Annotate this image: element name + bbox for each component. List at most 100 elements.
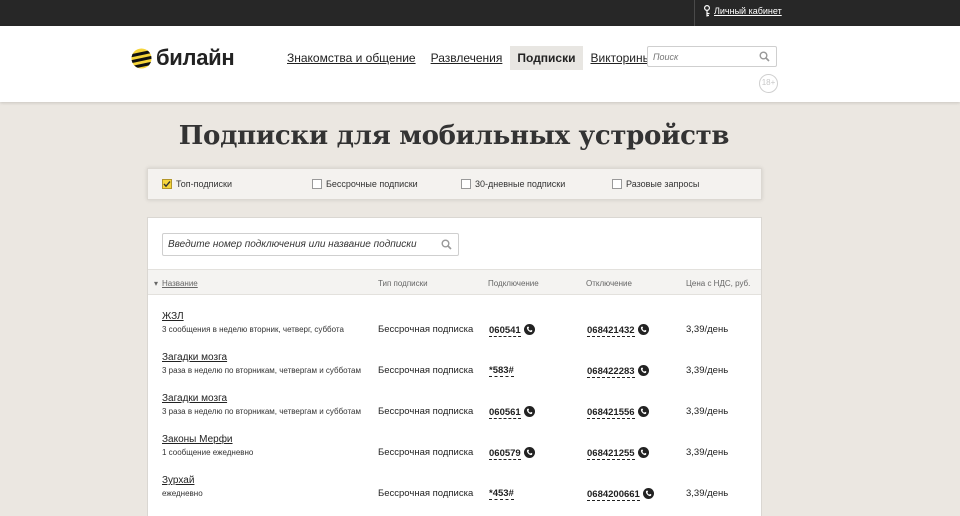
personal-cabinet-label: Личный кабинет <box>714 6 782 16</box>
logo-text: билайн <box>156 45 235 70</box>
connect-code[interactable]: *453# <box>489 488 514 500</box>
disconnect-code-value: 068421556 <box>587 407 635 419</box>
disconnect-code-value: 0684200661 <box>587 489 640 501</box>
table-header: ▾ Название Тип подписки Подключение Откл… <box>148 269 761 295</box>
nav-item-subscriptions[interactable]: Подписки <box>510 46 583 70</box>
subscription-type: Бессрочная подписка <box>378 324 474 335</box>
top-bar: Личный кабинет <box>0 0 960 26</box>
checkbox[interactable] <box>312 179 322 189</box>
checkbox[interactable] <box>612 179 622 189</box>
phone-icon-wrap <box>637 365 649 379</box>
phone-icon <box>523 406 535 417</box>
subscriptions-panel: ▾ Название Тип подписки Подключение Откл… <box>147 217 762 516</box>
beeline-logo-icon <box>131 48 152 68</box>
phone-icon <box>637 447 649 458</box>
top-bar-divider <box>694 0 695 26</box>
phone-icon <box>637 406 649 417</box>
connect-code[interactable]: *583# <box>489 365 514 377</box>
connect-code-value: *453# <box>489 488 514 500</box>
phone-icon-wrap <box>523 324 535 338</box>
phone-icon-wrap <box>642 488 654 502</box>
connect-code[interactable]: 060561 <box>489 406 535 420</box>
filter-30-day-subscriptions[interactable]: 30-дневные подписки <box>461 179 565 189</box>
table-row: Законы Мерфи 1 сообщение ежедневно Бессроч… <box>148 434 761 475</box>
column-connect: Подключение <box>488 279 539 288</box>
filter-label: 30-дневные подписки <box>475 179 566 189</box>
checkmark-icon <box>163 181 171 188</box>
column-type: Тип подписки <box>378 279 428 288</box>
subscription-description: 3 раза в неделю по вторникам, четвергам … <box>162 366 361 375</box>
disconnect-code[interactable]: 068422283 <box>587 365 649 379</box>
phone-icon <box>642 488 654 499</box>
subscription-price: 3,39/день <box>686 324 729 335</box>
phone-icon-wrap <box>523 447 535 461</box>
filter-one-time-requests[interactable]: Разовые запросы <box>612 179 699 189</box>
connect-code[interactable]: 060541 <box>489 324 535 338</box>
subscription-price: 3,39/день <box>686 365 729 376</box>
checkbox[interactable] <box>461 179 471 189</box>
subscription-price: 3,39/день <box>686 488 729 499</box>
phone-icon <box>523 324 535 335</box>
column-disconnect: Отключение <box>586 279 632 288</box>
column-name[interactable]: Название <box>162 279 198 288</box>
disconnect-code[interactable]: 0684200661 <box>587 488 654 502</box>
phone-icon <box>637 324 649 335</box>
subscription-type: Бессрочная подписка <box>378 365 474 376</box>
disconnect-code-value: 068421432 <box>587 325 635 337</box>
connect-code-value: *583# <box>489 365 514 377</box>
header-search <box>647 46 777 67</box>
subscription-type: Бессрочная подписка <box>378 488 474 499</box>
search-icon[interactable] <box>759 51 770 62</box>
phone-icon-wrap <box>523 406 535 420</box>
beeline-logo[interactable]: билайн <box>131 45 235 71</box>
personal-cabinet-link[interactable]: Личный кабинет <box>703 5 782 17</box>
subscription-type: Бессрочная подписка <box>378 447 474 458</box>
header-search-input[interactable] <box>653 47 758 67</box>
table-row: Загадки мозга 3 раза в неделю по вторника… <box>148 352 761 393</box>
page-title: Подписки для мобильных устройств <box>178 121 730 151</box>
phone-icon <box>637 365 649 376</box>
subscription-price: 3,39/день <box>686 406 729 417</box>
sort-arrow-icon[interactable]: ▾ <box>154 279 158 288</box>
subscription-name-link[interactable]: Загадки мозга <box>162 393 227 404</box>
disconnect-code-value: 068422283 <box>587 366 635 378</box>
subscription-name-link[interactable]: Загадки мозга <box>162 352 227 363</box>
nav-item-dating[interactable]: Знакомства и общение <box>280 46 423 70</box>
subscription-type: Бессрочная подписка <box>378 406 474 417</box>
filter-unlimited-subscriptions[interactable]: Бессрочные подписки <box>312 179 418 189</box>
subscription-filters: Топ-подписки Бессрочные подписки 30-днев… <box>147 168 762 200</box>
subscription-price: 3,39/день <box>686 447 729 458</box>
phone-icon-wrap <box>637 406 649 420</box>
phone-icon-wrap <box>637 447 649 461</box>
subscription-description: 1 сообщение ежедневно <box>162 448 254 457</box>
disconnect-code[interactable]: 068421255 <box>587 447 649 461</box>
key-icon <box>704 5 710 17</box>
subscription-description: 3 раза в неделю по вторникам, четвергам … <box>162 407 361 416</box>
connect-code[interactable]: 060579 <box>489 447 535 461</box>
table-row: Зурхай ежедневно Бессрочная подписка *453# 0… <box>148 475 761 516</box>
main-nav: Знакомства и общение Развлечения Подписк… <box>280 46 659 70</box>
age-rating-badge: 18+ <box>759 74 778 93</box>
subscription-description: ежедневно <box>162 489 203 498</box>
disconnect-code[interactable]: 068421432 <box>587 324 649 338</box>
connect-code-value: 060579 <box>489 448 521 460</box>
checkbox-checked[interactable] <box>162 179 172 189</box>
filter-label: Разовые запросы <box>626 179 700 189</box>
disconnect-code[interactable]: 068421556 <box>587 406 649 420</box>
nav-item-entertainment[interactable]: Развлечения <box>424 46 510 70</box>
column-price: Цена с НДС, руб. <box>686 279 751 288</box>
subscription-name-link[interactable]: Зурхай <box>162 475 194 486</box>
subscription-search-input[interactable] <box>168 234 438 255</box>
subscription-name-link[interactable]: ЖЗЛ <box>162 311 184 322</box>
search-icon[interactable] <box>441 239 452 250</box>
table-row: Загадки мозга 3 раза в неделю по вторника… <box>148 393 761 434</box>
subscription-name-link[interactable]: Законы Мерфи <box>162 434 233 445</box>
connect-code-value: 060541 <box>489 325 521 337</box>
connect-code-value: 060561 <box>489 407 521 419</box>
subscription-search <box>162 233 459 256</box>
filter-top-subscriptions[interactable]: Топ-подписки <box>162 179 232 189</box>
site-header: билайн Знакомства и общение Развлечения … <box>0 26 960 102</box>
filter-label: Топ-подписки <box>176 179 232 189</box>
table-row: ЖЗЛ 3 сообщения в неделю вторник, четверг… <box>148 311 761 352</box>
phone-icon-wrap <box>637 324 649 338</box>
